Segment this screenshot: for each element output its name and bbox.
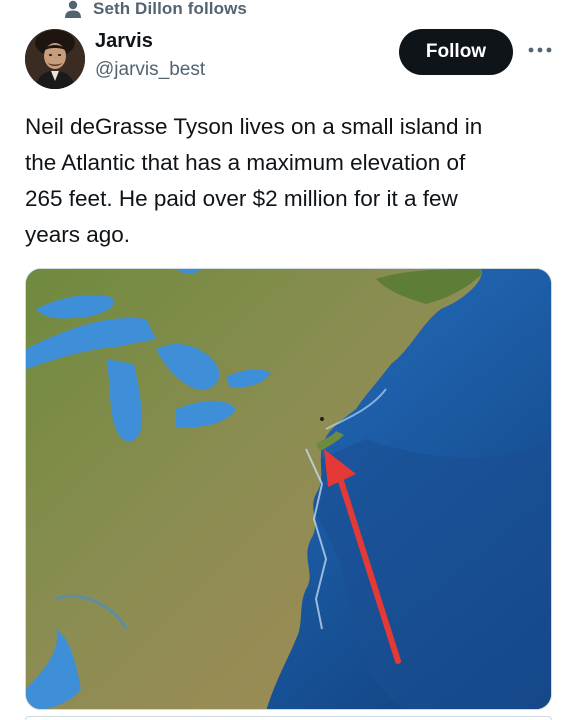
user-handle[interactable]: @jarvis_best — [95, 59, 205, 81]
display-name[interactable]: Jarvis — [95, 30, 153, 53]
more-options-button[interactable] — [527, 38, 553, 62]
tweet-text: Neil deGrasse Tyson lives on a small isl… — [25, 114, 483, 247]
tweet-media-map[interactable] — [25, 268, 552, 710]
person-icon — [65, 0, 81, 18]
next-card-edge — [25, 716, 552, 720]
social-context-text: Seth Dillon follows — [93, 0, 247, 18]
more-horizontal-icon — [528, 47, 552, 53]
avatar[interactable] — [25, 29, 85, 89]
follow-button[interactable]: Follow — [399, 29, 513, 75]
social-context[interactable]: Seth Dillon follows — [63, 0, 247, 22]
map-image — [26, 269, 551, 709]
